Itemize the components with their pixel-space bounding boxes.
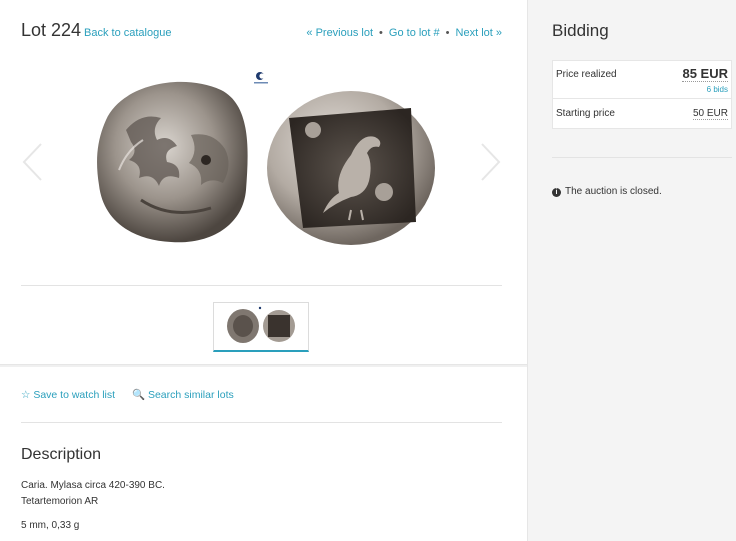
lot-main-panel: Lot 224 Back to catalogue « Previous lot… [0, 0, 527, 541]
lot-actions: ☆ Save to watch list 🔍 Search similar lo… [21, 388, 248, 401]
price-realized-label: Price realized [556, 69, 617, 80]
price-realized-value: 85 EUR [682, 66, 728, 82]
next-image-arrow[interactable] [481, 143, 501, 181]
divider [21, 422, 502, 423]
lot-navigation: « Previous lot • Go to lot # • Next lot » [306, 27, 502, 39]
divider [552, 157, 732, 158]
price-realized-row: Price realized 85 EUR 6 bids [553, 61, 731, 99]
image-thumbnail[interactable] [213, 302, 309, 352]
back-to-catalogue-link[interactable]: Back to catalogue [84, 27, 171, 39]
auction-status: i The auction is closed. [552, 186, 662, 197]
description-line: Caria. Mylasa circa 420-390 BC. [21, 480, 165, 491]
coin-reverse-image[interactable] [267, 91, 435, 245]
description-line: 5 mm, 0,33 g [21, 520, 80, 531]
watermark-logo [254, 72, 268, 84]
bids-count-link[interactable]: 6 bids [707, 85, 728, 94]
previous-lot-link[interactable]: « Previous lot [306, 27, 373, 39]
search-similar-lots-link[interactable]: 🔍 Search similar lots [132, 389, 234, 401]
lot-title: Lot 224 [21, 20, 82, 40]
coin-images[interactable] [21, 60, 502, 285]
divider [21, 285, 502, 286]
image-gallery [21, 60, 502, 285]
next-lot-link[interactable]: Next lot » [456, 27, 502, 39]
bidding-summary: Price realized 85 EUR 6 bids Starting pr… [552, 60, 732, 129]
nav-separator: • [379, 27, 383, 39]
prev-image-arrow[interactable] [22, 143, 42, 181]
starting-price-label: Starting price [556, 108, 615, 119]
bidding-heading: Bidding [552, 21, 609, 40]
bidding-sidebar: Bidding Price realized 85 EUR 6 bids Sta… [527, 0, 736, 541]
description-line: Tetartemorion AR [21, 496, 99, 507]
starting-price-value: 50 EUR [692, 108, 728, 120]
go-to-lot-link[interactable]: Go to lot # [389, 27, 440, 39]
coin-obverse-image[interactable] [97, 81, 248, 243]
thumbnail-coins [227, 306, 295, 343]
nav-separator: • [445, 27, 450, 39]
auction-status-text: The auction is closed. [565, 186, 662, 197]
description-heading: Description [21, 446, 102, 463]
section-band [0, 364, 527, 367]
info-icon: i [552, 188, 561, 197]
starting-price-row: Starting price 50 EUR [553, 99, 731, 128]
save-to-watch-list-link[interactable]: ☆ Save to watch list [21, 389, 115, 401]
